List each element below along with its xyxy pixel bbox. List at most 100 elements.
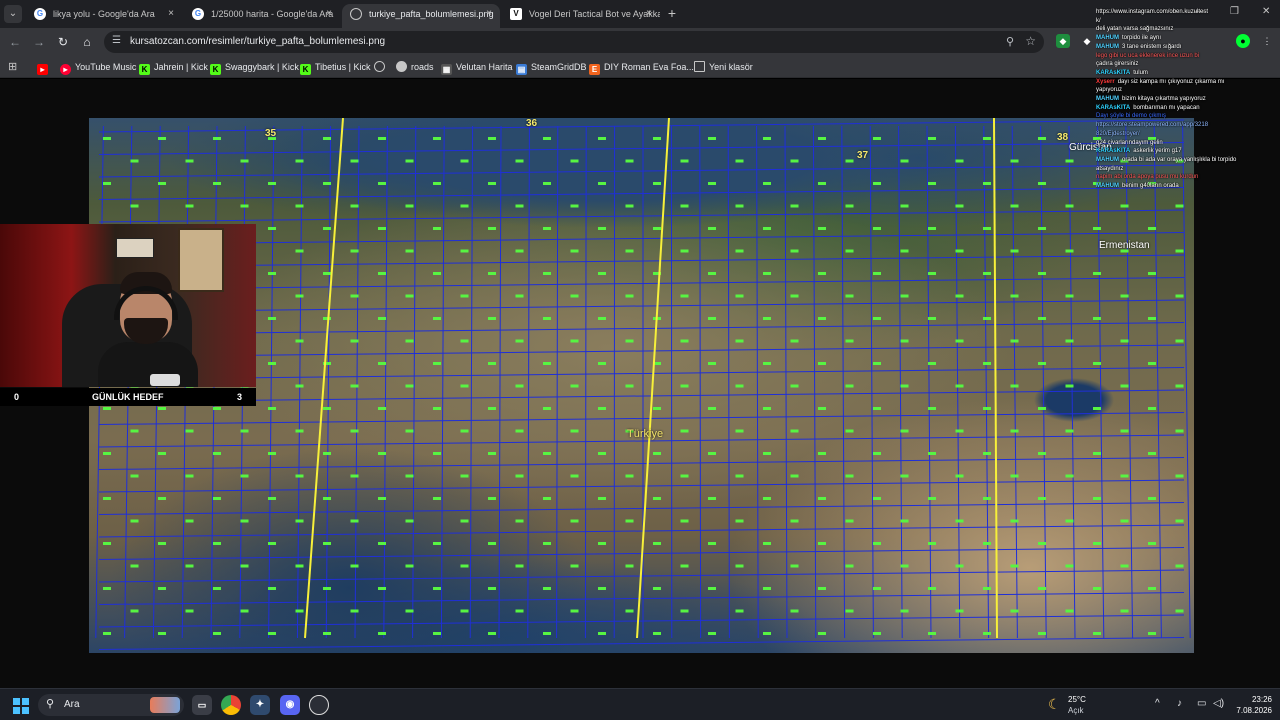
task-view-icon[interactable]: ▭	[192, 695, 212, 715]
chat-text: lego gibi uc uca eklenerek ince uzun bi	[1096, 52, 1200, 59]
chat-message: MAHUM benim g40ların orada	[1096, 182, 1280, 191]
weather-desc: Açık	[1068, 706, 1084, 715]
bookmark-tibetius-kick[interactable]: K Tibetius | Kick	[300, 59, 371, 75]
reload-icon[interactable]: ↻	[55, 34, 71, 50]
tab-search-button[interactable]: ⌄	[4, 5, 22, 23]
daily-goal-bar: 0 GÜNLÜK HEDEF 3	[0, 388, 256, 406]
taskbar-clock[interactable]: 23:26 7.08.2026	[1226, 694, 1272, 716]
search-label: Ara	[64, 699, 80, 710]
obs-icon[interactable]	[309, 695, 329, 715]
chat-message: g24 civarlarındayım gelin	[1096, 139, 1280, 148]
goal-label: GÜNLÜK HEDEF	[92, 392, 164, 402]
bookmark-diy-roman-eva[interactable]: E DIY Roman Eva Foa...	[589, 59, 694, 75]
bookmark-star-icon[interactable]: ☆	[1025, 34, 1036, 48]
wall-frame	[116, 238, 154, 258]
bookmark-youtube-music[interactable]: ▸ YouTube Music	[60, 59, 136, 75]
bookmark-label: Jahrein | Kick	[154, 62, 208, 72]
chat-text: 3 tane enistem sığardı	[1122, 43, 1182, 50]
chat-message: atsaydınız	[1096, 165, 1280, 174]
tab-strip: ⌄ G likya yolu - Google'da Ara × G 1/250…	[0, 0, 1280, 28]
bookmark-velutan-harita[interactable]: ▦ Velutan Harita	[441, 59, 513, 75]
chat-username: KARAsKITA	[1096, 104, 1131, 111]
close-icon[interactable]: ×	[326, 4, 332, 24]
chat-text: torpido ile aynı	[1122, 35, 1162, 42]
bookmark-roads[interactable]: roads	[396, 59, 434, 75]
tab-title: turkiye_pafta_bolumlemesi.png	[369, 9, 494, 19]
microphone-icon[interactable]: ♪	[1177, 698, 1182, 709]
bookmark-yeni-klasor[interactable]: Yeni klasör	[694, 59, 753, 75]
search-icon: ⚲	[46, 698, 55, 710]
bookmark-label: SteamGridDB	[531, 62, 587, 72]
goal-target: 3	[237, 392, 243, 402]
neighbor-label: Ermenistan	[1099, 240, 1150, 251]
bookmark-label: DIY Roman Eva Foa...	[604, 62, 694, 72]
home-icon[interactable]: ⌂	[79, 34, 95, 50]
chat-text: Dayı şöyle bi demo çıkmış	[1096, 113, 1167, 120]
chat-text: benim g40ların orada	[1122, 183, 1179, 190]
vogel-icon: V	[510, 8, 522, 20]
chat-username: KARAsKITA	[1096, 69, 1131, 76]
chat-message: 820/Ejdestroyer/	[1096, 130, 1280, 139]
close-icon[interactable]: ×	[168, 4, 174, 24]
extension-shield-icon[interactable]: ◆	[1056, 34, 1070, 48]
chat-text: atsaydınız	[1096, 165, 1124, 172]
chat-text: bombarıman mı yapacan	[1133, 104, 1200, 111]
chat-text: g24 civarlarındayım gelin	[1096, 139, 1163, 146]
tab-likya-yolu[interactable]: G likya yolu - Google'da Ara ×	[26, 4, 182, 28]
country-label: Türkiye	[627, 428, 664, 440]
discord-icon[interactable]: ◉	[280, 695, 300, 715]
tab-title: Vogel Deri Tactical Bot ve Ayakka	[529, 9, 660, 19]
chat-text: deli yatan varsa sağmazsınız	[1096, 26, 1174, 33]
bookmark-youtube[interactable]: ▸	[37, 59, 52, 75]
forward-icon[interactable]: →	[31, 34, 47, 50]
kick-icon: K	[300, 64, 311, 75]
app-settings-icon[interactable]: ✦	[250, 695, 270, 715]
tab-turkiye-pafta[interactable]: turkiye_pafta_bolumlemesi.png ×	[342, 4, 500, 28]
chat-text: bizim kitaya çıkartma yapıyoruz	[1122, 96, 1206, 103]
chat-username: MAHUM	[1096, 96, 1119, 103]
kick-icon: K	[139, 64, 150, 75]
chat-message: MAHUM orada bi ada var oraya yanlışlıkla …	[1096, 156, 1280, 165]
bookmark-label: roads	[411, 62, 434, 72]
chat-username: KARAsKITA	[1096, 148, 1131, 155]
chrome-icon[interactable]	[221, 695, 241, 715]
chat-username: MAHUM	[1096, 43, 1119, 50]
close-icon[interactable]: ×	[486, 4, 492, 24]
tab-1-25000-harita[interactable]: G 1/25000 harita - Google'da Ara ×	[184, 4, 340, 28]
close-icon[interactable]: ×	[646, 4, 652, 24]
network-icon[interactable]: ▭	[1197, 698, 1206, 709]
chat-username: Xyserr	[1096, 78, 1115, 85]
extension-diamond-icon[interactable]: ◆	[1080, 34, 1094, 48]
chat-username: MAHUM	[1096, 156, 1119, 163]
chat-message: KARAsKITA askerlik yerim g17	[1096, 147, 1280, 156]
chat-text: orada bi ada var oraya yanlışlıkla bi to…	[1122, 156, 1237, 163]
streamer-body	[98, 342, 198, 387]
chat-text: k/	[1096, 17, 1101, 24]
new-tab-button[interactable]: +	[664, 5, 680, 21]
bookmarks-bar: ⊞ ▸ ▸ YouTube Music K Jahrein | Kick K Swag…	[0, 56, 1280, 78]
bookmark-swaggybark-kick[interactable]: K Swaggybark | Kick	[210, 59, 299, 75]
tab-vogel-deri[interactable]: V Vogel Deri Tactical Bot ve Ayakka ×	[502, 4, 660, 28]
chevron-up-icon[interactable]: ^	[1155, 698, 1160, 709]
chat-text: napim abi orda apoya pusu mu kurdun	[1096, 174, 1199, 181]
moon-icon: ☾	[1048, 696, 1061, 712]
chat-message: çadıra girersiniz	[1096, 60, 1280, 69]
tab-title: 1/25000 harita - Google'da Ara	[211, 9, 334, 19]
bookmark-label: Velutan Harita	[456, 62, 513, 72]
taskbar-search[interactable]: ⚲ Ara	[38, 694, 184, 716]
google-icon: G	[34, 8, 46, 20]
clock-date: 7.08.2026	[1236, 706, 1272, 715]
zoom-icon[interactable]: ⚲	[1006, 35, 1014, 48]
apps-icon[interactable]: ⊞	[8, 59, 17, 75]
address-bar[interactable]: ☰ kursatozcan.com/resimler/turkiye_pafta…	[104, 31, 1044, 53]
back-icon[interactable]: ←	[7, 34, 23, 50]
volume-icon[interactable]: ◁)	[1213, 698, 1224, 709]
zone-label: 36	[526, 118, 538, 129]
bookmark-jahrein-kick[interactable]: K Jahrein | Kick	[139, 59, 208, 75]
site-info-icon[interactable]: ☰	[112, 35, 121, 46]
goal-current: 0	[14, 392, 20, 402]
globe-icon	[396, 61, 407, 72]
windows-start-icon[interactable]	[13, 698, 29, 714]
bookmark-globe[interactable]	[374, 59, 389, 75]
bookmark-steamgriddb[interactable]: ▤ SteamGridDB	[516, 59, 587, 75]
